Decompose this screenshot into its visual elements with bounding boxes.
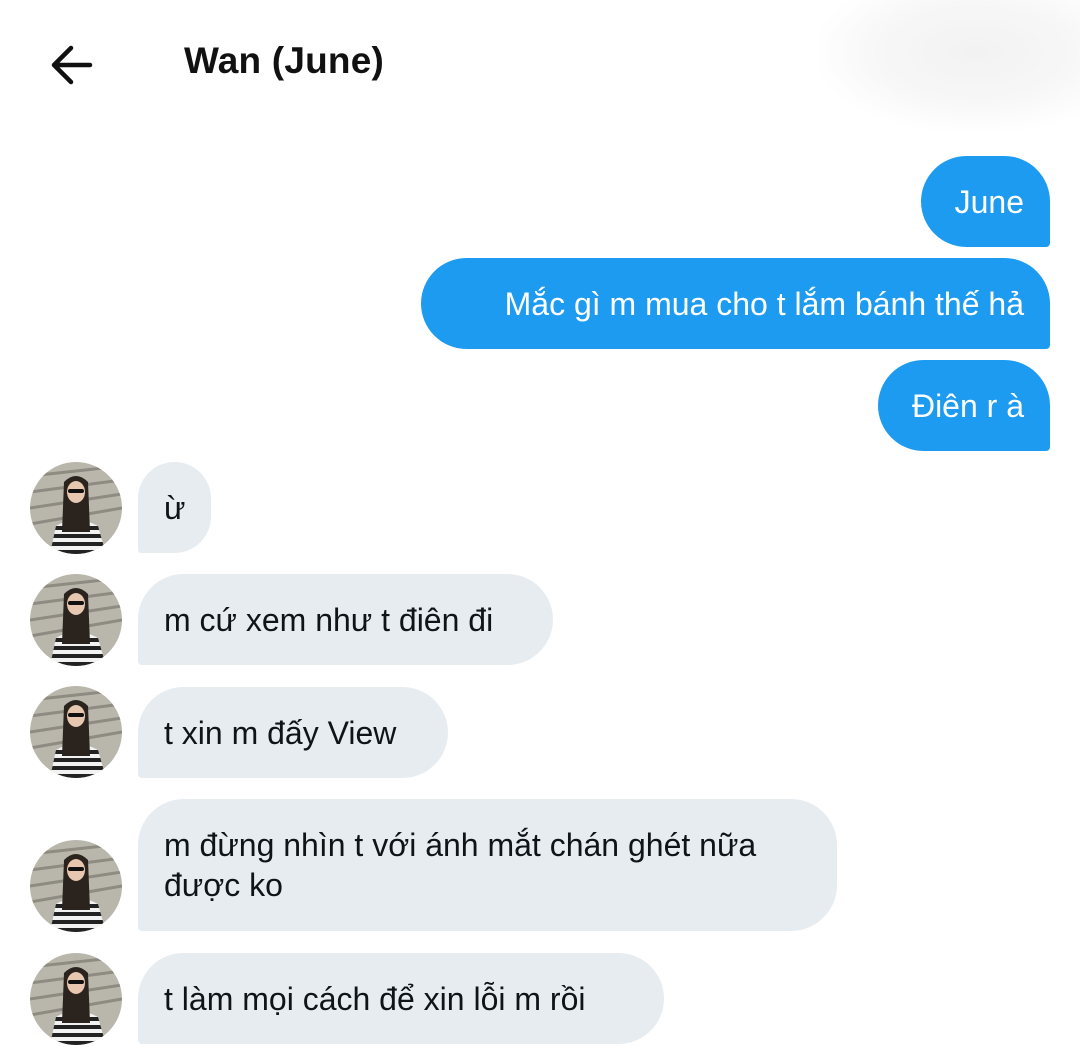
back-button[interactable] [44,40,100,90]
message-bubble[interactable]: June [921,156,1050,247]
avatar[interactable] [30,462,122,554]
conversation-title: Wan (June) [184,40,385,81]
message-bubble[interactable]: Mắc gì m mua cho t lắm bánh thế hả [421,258,1050,349]
message-text: Điên r à [911,387,1024,424]
message-text: ừ [164,489,186,526]
message-bubble[interactable]: ừ [138,462,211,553]
avatar[interactable] [30,574,122,666]
message-bubble[interactable]: m cứ xem như t điên đi [138,574,553,665]
message-bubble[interactable]: Điên r à [878,360,1050,451]
message-text: m đừng nhìn t với ánh mắt chán ghét nữa … [164,827,757,903]
chat-header: Wan (June) [0,0,1080,130]
message-bubble[interactable]: t làm mọi cách để xin lỗi m rồi [138,953,664,1044]
message-text: t làm mọi cách để xin lỗi m rồi [164,980,586,1017]
arrow-left-icon [51,45,93,85]
message-text: June [954,183,1024,220]
avatar[interactable] [30,840,122,932]
message-bubble[interactable]: t xin m đấy View [138,687,448,778]
background-smudge [820,0,1080,130]
message-text: Mắc gì m mua cho t lắm bánh thế hả [504,285,1024,322]
avatar[interactable] [30,686,122,778]
message-text: t xin m đấy View [164,714,397,751]
message-text: m cứ xem như t điên đi [164,601,494,638]
message-bubble[interactable]: m đừng nhìn t với ánh mắt chán ghét nữa … [138,799,837,931]
avatar[interactable] [30,953,122,1045]
